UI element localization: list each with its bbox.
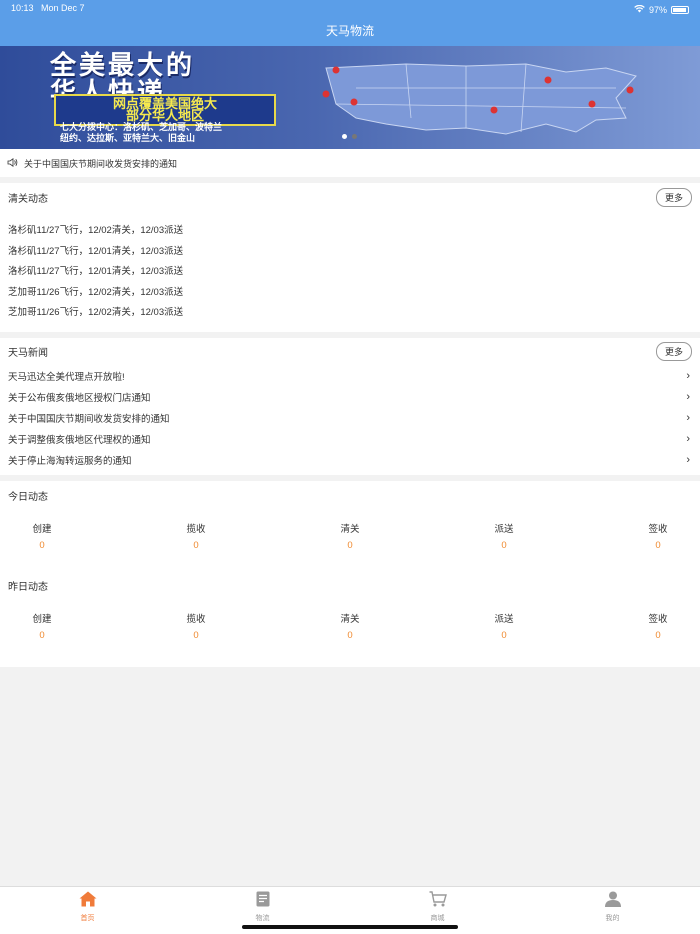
battery-icon — [671, 5, 689, 14]
user-icon — [604, 891, 622, 912]
us-map-image — [322, 63, 637, 135]
status-bar: 10:13 Mon Dec 7 97% — [0, 0, 700, 16]
stats-section: 今日动态 创建 0 揽收 0 清关 0 派送 0 签收 0 昨日动态 创建 0 揽收 0 清关… — [0, 480, 700, 667]
stat-customs: 清关 0 — [340, 523, 360, 551]
news-item[interactable]: 关于调整俄亥俄地区代理权的通知 › — [8, 429, 692, 450]
page-title: 天马物流 — [325, 24, 374, 38]
news-item[interactable]: 关于中国国庆节期间收发货安排的通知 › — [8, 408, 692, 429]
tab-mine[interactable]: 我的 — [525, 887, 700, 934]
list-item: 芝加哥11/26飞行，12/02清关，12/03派送 — [8, 307, 184, 318]
list-item: 洛杉矶11/27飞行，12/02清关，12/03派送 — [8, 225, 184, 236]
list-item: 洛杉矶11/27飞行，12/01清关，12/03派送 — [8, 245, 184, 257]
news-section: 天马新闻 更多 天马迅达全美代理点开放啦! › 关于公布俄亥俄地区授权门店通知 › … — [0, 337, 700, 475]
chevron-right-icon: › — [686, 454, 690, 466]
banner-centers: 七大分拨中心：洛杉矶、芝加哥、波特兰 纽约、达拉斯、亚特兰大、旧金山 — [60, 122, 223, 143]
news-item[interactable]: 关于停止海淘转运服务的通知 › — [8, 450, 692, 471]
stat-created: 创建 0 — [32, 613, 52, 641]
yesterday-stats: 创建 0 揽收 0 清关 0 派送 0 签收 0 — [8, 607, 692, 667]
header: 10:13 Mon Dec 7 97% 天马物流 — [0, 0, 700, 46]
today-stats: 创建 0 揽收 0 清关 0 派送 0 签收 0 — [8, 517, 692, 571]
chevron-right-icon: › — [686, 370, 690, 382]
status-time: 10:13 — [11, 3, 34, 13]
home-icon — [79, 891, 97, 912]
chevron-right-icon: › — [686, 412, 690, 424]
today-title: 今日动态 — [8, 491, 48, 503]
clearance-more-button[interactable]: 更多 — [655, 187, 692, 207]
stat-delivering: 派送 0 — [494, 523, 514, 551]
section-title: 清关动态 — [8, 193, 48, 205]
stat-customs: 清关 0 — [340, 613, 360, 641]
carousel-dot[interactable] — [342, 134, 347, 139]
news-more-button[interactable]: 更多 — [655, 342, 692, 361]
section-title: 天马新闻 — [8, 348, 48, 359]
stat-signed: 签收 0 — [648, 523, 668, 551]
banner-carousel[interactable]: 全美最大的 华人快递 网点覆盖美国绝大 部分华人地区 七大分拨中心：洛杉矶、芝加… — [0, 46, 700, 149]
notice-text: 关于中国国庆节期间收发货安排的通知 — [24, 158, 178, 169]
stat-signed: 签收 0 — [648, 613, 668, 641]
status-date: Mon Dec 7 — [41, 3, 85, 13]
notice-bar[interactable]: 关于中国国庆节期间收发货安排的通知 — [0, 149, 700, 177]
news-item[interactable]: 关于公布俄亥俄地区授权门店通知 › — [8, 387, 692, 408]
list-item: 芝加哥11/26飞行，12/02清关，12/03派送 — [8, 286, 184, 298]
stat-picked-up: 揽收 0 — [186, 613, 206, 641]
chevron-right-icon: › — [686, 391, 690, 403]
document-icon — [255, 891, 271, 912]
home-indicator — [242, 925, 458, 929]
cart-icon — [429, 891, 447, 912]
status-battery-text: 97% — [648, 4, 667, 15]
speaker-icon — [7, 157, 18, 169]
yesterday-title: 昨日动态 — [8, 581, 48, 593]
stat-picked-up: 揽收 0 — [186, 523, 206, 551]
carousel-indicator[interactable] — [342, 134, 357, 139]
stat-created: 创建 0 — [32, 523, 52, 551]
tab-home[interactable]: 首页 — [0, 887, 175, 934]
stat-delivering: 派送 0 — [494, 613, 514, 641]
carousel-dot[interactable] — [352, 134, 357, 139]
news-item[interactable]: 天马迅达全美代理点开放啦! › — [8, 366, 692, 387]
chevron-right-icon: › — [686, 433, 690, 445]
list-item: 洛杉矶11/27飞行，12/01清关，12/03派送 — [8, 266, 184, 277]
wifi-icon — [634, 4, 645, 15]
clearance-section: 清关动态 更多 洛杉矶11/27飞行，12/02清关，12/03派送 洛杉矶11… — [0, 183, 700, 332]
